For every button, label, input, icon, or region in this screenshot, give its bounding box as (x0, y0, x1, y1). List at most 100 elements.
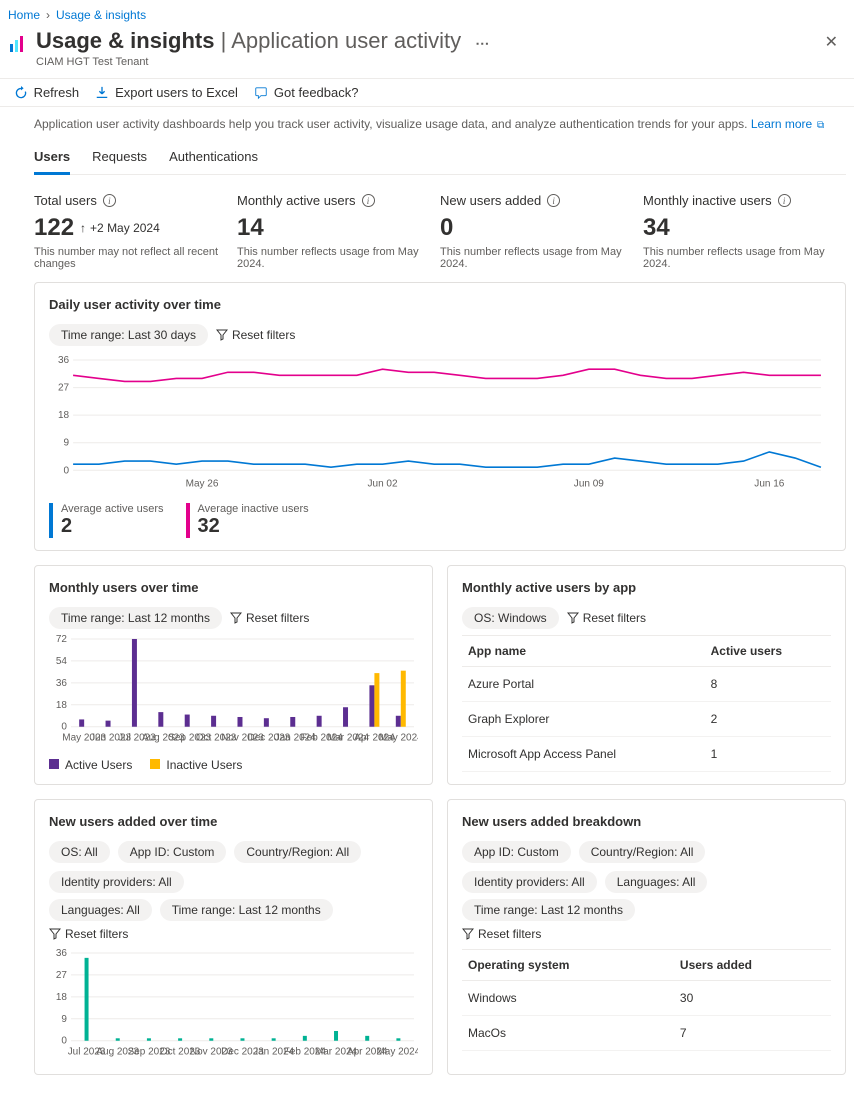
download-icon (95, 86, 109, 100)
filter-reset-icon (49, 928, 61, 940)
filter-time-range[interactable]: Time range: Last 12 months (49, 607, 222, 629)
metrics-row: Total usersi 122↑ +2 May 2024 This numbe… (34, 193, 846, 270)
filter-country[interactable]: Country/Region: All (579, 841, 706, 863)
filter-os[interactable]: OS: All (49, 841, 110, 863)
refresh-button[interactable]: Refresh (14, 85, 80, 100)
filter-idp[interactable]: Identity providers: All (49, 871, 184, 893)
filter-languages[interactable]: Languages: All (605, 871, 708, 893)
svg-text:18: 18 (58, 410, 70, 421)
more-icon[interactable]: ⋯ (475, 35, 489, 51)
reset-filters-button[interactable]: Reset filters (216, 328, 295, 342)
table-row[interactable]: MacOs7 (462, 1016, 831, 1051)
svg-text:54: 54 (56, 656, 68, 667)
reset-filters-button[interactable]: Reset filters (462, 927, 831, 941)
chevron-right-icon: › (46, 8, 50, 22)
card-monthly-users: Monthly users over time Time range: Last… (34, 565, 433, 785)
svg-text:0: 0 (61, 722, 67, 733)
card-daily-activity: Daily user activity over time Time range… (34, 282, 846, 551)
trend-up-icon: ↑ +2 May 2024 (80, 221, 160, 235)
card-new-users-breakdown: New users added breakdown App ID: Custom… (447, 799, 846, 1075)
filter-time-range[interactable]: Time range: Last 30 days (49, 324, 208, 346)
tab-authentications[interactable]: Authentications (169, 145, 258, 174)
info-icon[interactable]: i (778, 194, 791, 207)
reset-filters-button[interactable]: Reset filters (230, 611, 309, 625)
title-sub: Application user activity (231, 28, 461, 53)
external-link-icon: ⧉ (814, 120, 824, 131)
feedback-icon (254, 86, 268, 100)
svg-text:Jun 09: Jun 09 (574, 478, 605, 489)
legend-active: Active Users (49, 758, 132, 772)
filter-time-range[interactable]: Time range: Last 12 months (462, 899, 635, 921)
svg-text:May 2024: May 2024 (377, 1047, 418, 1058)
command-bar: » Refresh Export users to Excel Got feed… (0, 78, 854, 107)
svg-text:36: 36 (58, 355, 70, 366)
tabs: Users Requests Authentications (34, 145, 846, 175)
card-title: Monthly active users by app (462, 580, 831, 595)
info-icon[interactable]: i (547, 194, 560, 207)
filter-languages[interactable]: Languages: All (49, 899, 152, 921)
refresh-icon (14, 86, 28, 100)
table-row[interactable]: Windows30 (462, 981, 831, 1016)
filter-country[interactable]: Country/Region: All (234, 841, 361, 863)
learn-more-link[interactable]: Learn more ⧉ (751, 117, 824, 131)
filter-time-range[interactable]: Time range: Last 12 months (160, 899, 333, 921)
page-description: Application user activity dashboards hel… (34, 117, 846, 131)
daily-activity-chart: 09182736May 26Jun 02Jun 09Jun 16 (49, 352, 831, 492)
col-active-users: Active users (705, 636, 831, 667)
tab-users[interactable]: Users (34, 145, 70, 175)
svg-text:27: 27 (56, 970, 68, 981)
svg-text:May 2024: May 2024 (379, 733, 418, 744)
table-row[interactable]: Microsoft App Access Panel1 (462, 737, 831, 772)
metric-monthly-inactive: Monthly inactive usersi 34 This number r… (643, 193, 846, 270)
metric-new-users: New users addedi 0 This number reflects … (440, 193, 643, 270)
legend-inactive: Inactive Users (150, 758, 242, 772)
svg-text:0: 0 (64, 465, 70, 476)
table-row[interactable]: Graph Explorer2 (462, 702, 831, 737)
svg-text:27: 27 (58, 383, 70, 394)
svg-text:Jun 16: Jun 16 (754, 478, 785, 489)
reset-filters-button[interactable]: Reset filters (567, 611, 646, 625)
filter-app-id[interactable]: App ID: Custom (462, 841, 571, 863)
insights-icon (8, 34, 28, 54)
filter-os[interactable]: OS: Windows (462, 607, 559, 629)
filter-reset-icon (567, 612, 579, 624)
mau-by-app-table: App name Active users Azure Portal8Graph… (462, 635, 831, 772)
col-users-added: Users added (674, 950, 831, 981)
feedback-button[interactable]: Got feedback? (254, 85, 359, 100)
page-title: Usage & insights | Application user acti… (36, 28, 817, 54)
svg-text:9: 9 (61, 1014, 67, 1025)
svg-text:36: 36 (56, 678, 68, 689)
col-app-name: App name (462, 636, 705, 667)
info-icon[interactable]: i (103, 194, 116, 207)
filter-reset-icon (216, 329, 228, 341)
svg-text:May 26: May 26 (186, 478, 219, 489)
card-title: Daily user activity over time (49, 297, 831, 312)
filter-idp[interactable]: Identity providers: All (462, 871, 597, 893)
breadcrumb-current[interactable]: Usage & insights (56, 8, 146, 22)
breadcrumb-home[interactable]: Home (8, 8, 40, 22)
svg-text:18: 18 (56, 700, 68, 711)
svg-text:18: 18 (56, 992, 68, 1003)
tenant-name: CIAM HGT Test Tenant (36, 56, 817, 68)
monthly-users-chart: 018365472May 2023Jun 2023Jul 2023Aug 202… (49, 635, 418, 745)
card-title: New users added breakdown (462, 814, 831, 829)
export-button[interactable]: Export users to Excel (95, 85, 238, 100)
title-main: Usage & insights (36, 28, 214, 53)
page-header: Usage & insights | Application user acti… (0, 28, 854, 68)
card-title: Monthly users over time (49, 580, 418, 595)
info-icon[interactable]: i (362, 194, 375, 207)
filter-app-id[interactable]: App ID: Custom (118, 841, 227, 863)
avg-active-stat: Average active users 2 (49, 503, 164, 538)
svg-text:Jun 02: Jun 02 (368, 478, 399, 489)
new-users-chart: 09182736Jul 2023Aug 2023Sep 2023Oct 2023… (49, 949, 418, 1059)
breakdown-table: Operating system Users added Windows30Ma… (462, 949, 831, 1051)
col-os: Operating system (462, 950, 674, 981)
table-row[interactable]: Azure Portal8 (462, 667, 831, 702)
svg-text:36: 36 (56, 949, 68, 959)
tab-requests[interactable]: Requests (92, 145, 147, 174)
card-mau-by-app: Monthly active users by app OS: Windows … (447, 565, 846, 785)
svg-text:0: 0 (61, 1036, 67, 1047)
card-new-users-over-time: New users added over time OS: All App ID… (34, 799, 433, 1075)
reset-filters-button[interactable]: Reset filters (49, 927, 418, 941)
close-icon[interactable]: ✕ (817, 28, 846, 56)
